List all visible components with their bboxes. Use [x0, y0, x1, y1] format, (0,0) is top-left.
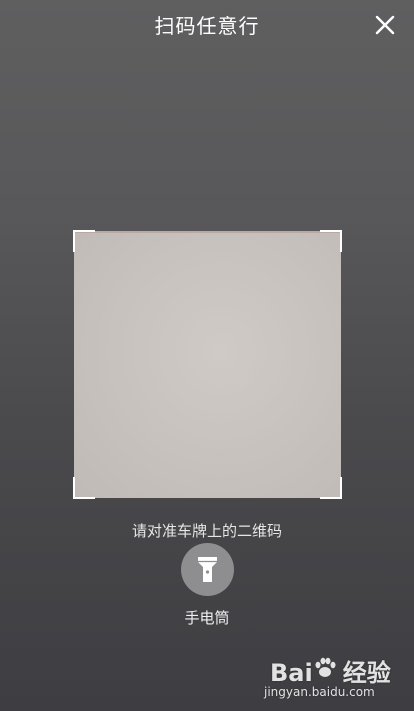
paw-logo-icon	[315, 657, 336, 677]
close-icon	[375, 15, 395, 35]
page-title: 扫码任意行	[154, 14, 260, 38]
baidu-jingyan-watermark: Bai 经验 jingyan.baidu.com	[264, 653, 404, 703]
watermark-url: jingyan.baidu.com	[264, 685, 375, 699]
flashlight-icon	[198, 557, 217, 582]
viewfinder-corner-top-right	[320, 230, 342, 252]
viewfinder-corner-bottom-left	[73, 477, 95, 499]
scan-hint: 请对准车牌上的二维码	[131, 522, 282, 540]
header-bar: 扫码任意行	[0, 0, 414, 50]
flashlight-button[interactable]	[181, 543, 234, 596]
viewfinder-edge	[74, 231, 341, 233]
close-button[interactable]	[374, 14, 396, 36]
scan-viewfinder	[73, 230, 342, 499]
viewfinder-corner-bottom-right	[320, 477, 342, 499]
flashlight-label: 手电筒	[184, 609, 230, 627]
viewfinder-corner-top-left	[73, 230, 95, 252]
